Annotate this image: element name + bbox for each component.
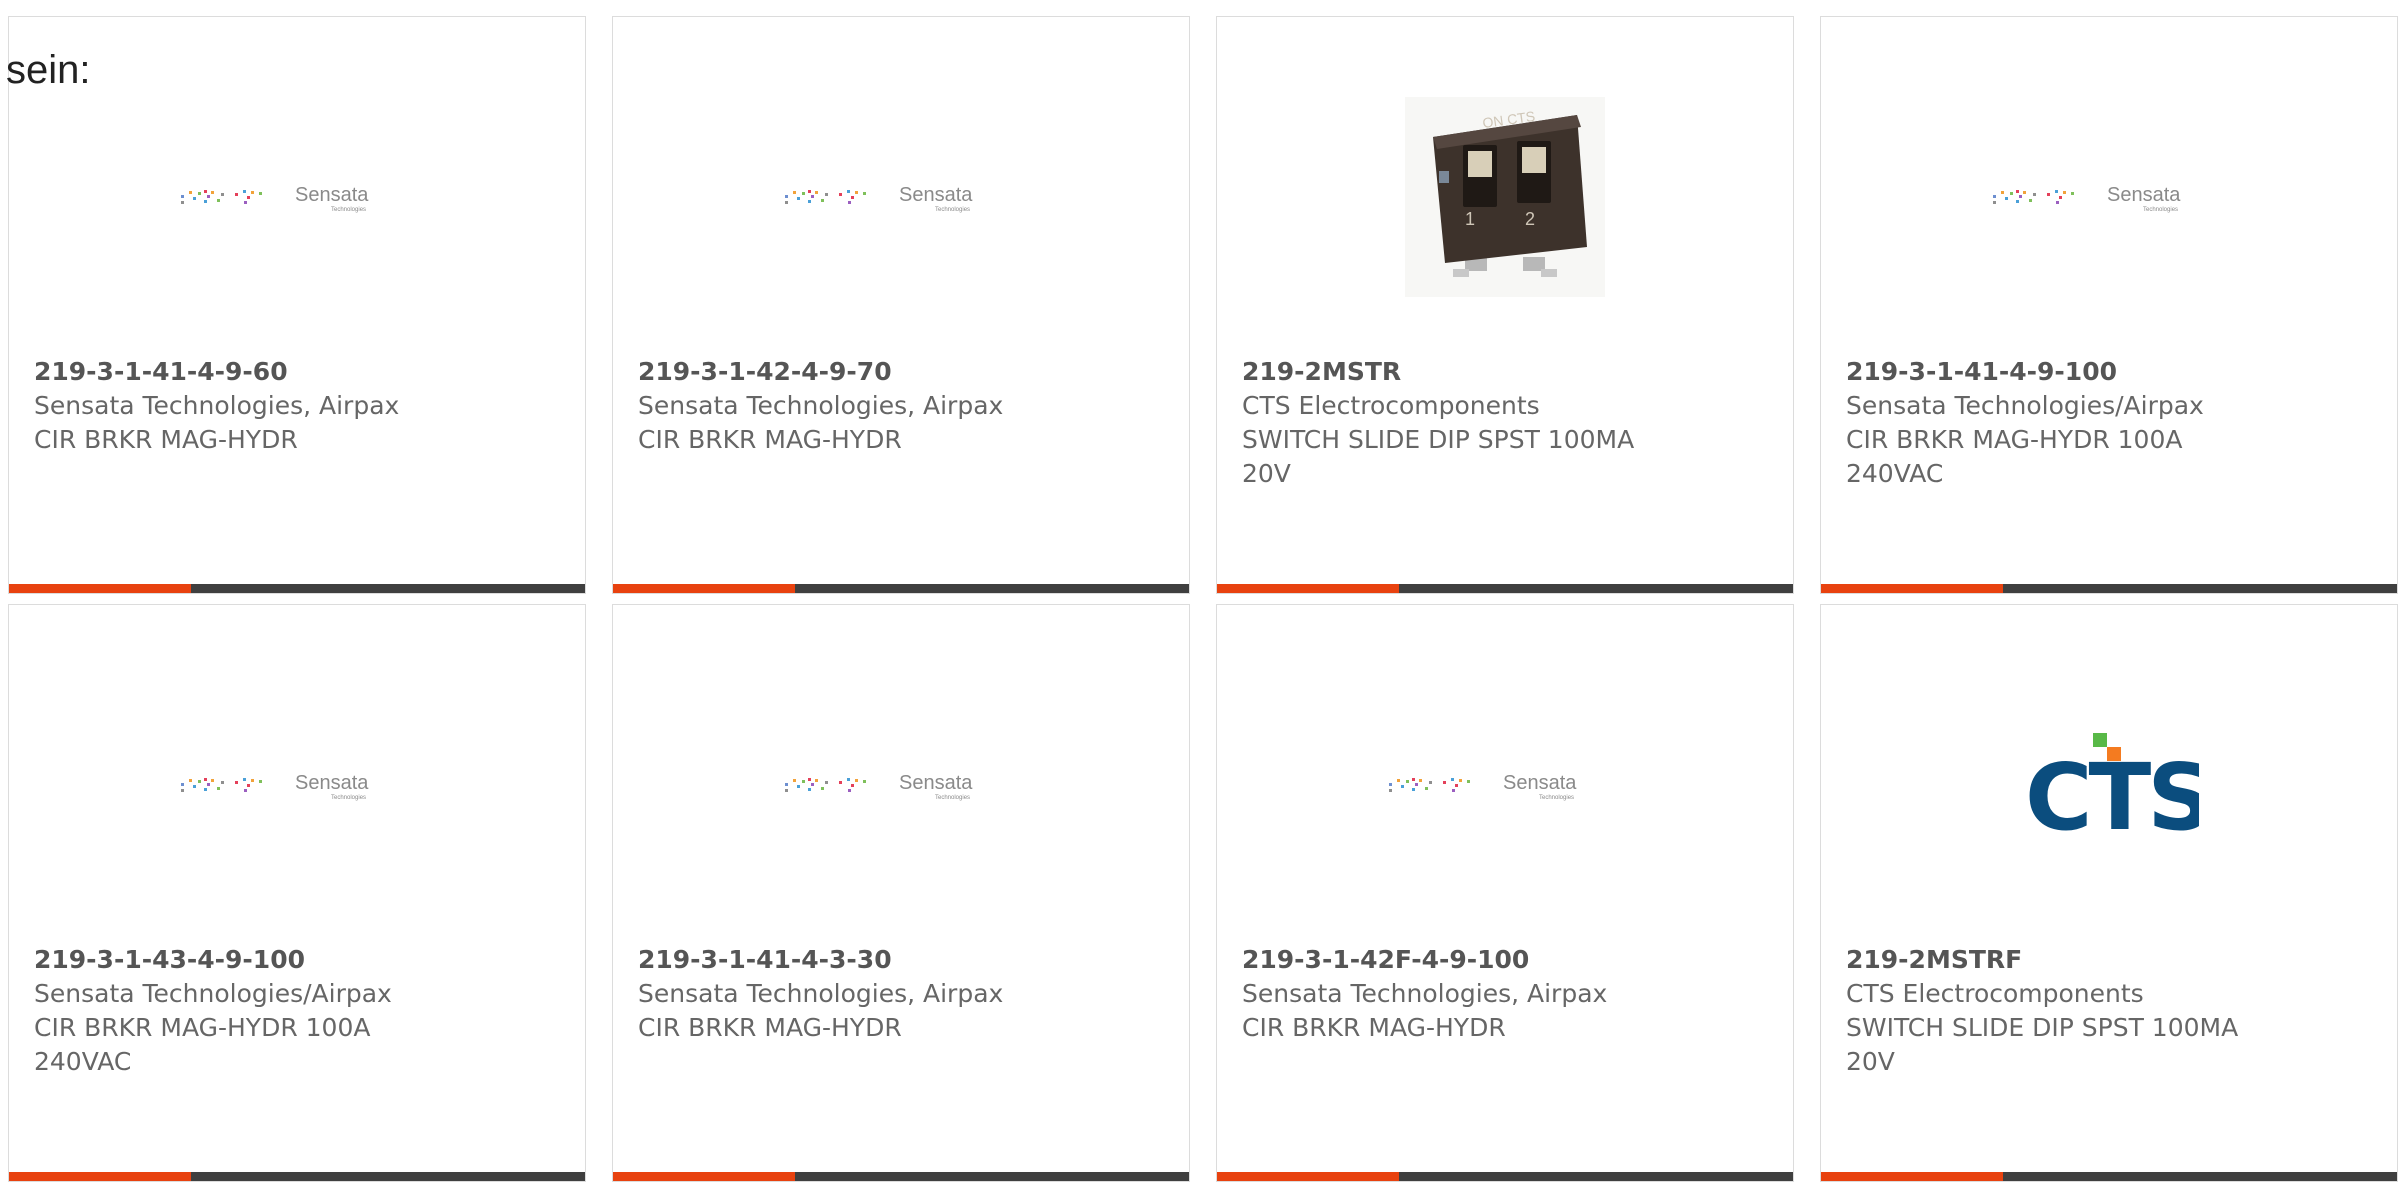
description: CIR BRKR MAG-HYDR	[1242, 1013, 1506, 1042]
sensata-logo: Sensata Technologies	[181, 184, 369, 213]
product-info: 219-3-1-42F-4-9-100 Sensata Technologies,…	[1242, 943, 1768, 1045]
manufacturer: Sensata Technologies, Airpax	[34, 391, 400, 420]
product-image[interactable]: Sensata Technologies	[613, 87, 1189, 307]
sensata-logo: Sensata Technologies	[1389, 772, 1577, 801]
part-number-link[interactable]: 219-3-1-42F-4-9-100	[1242, 943, 1768, 977]
card-bottom-bar	[9, 584, 585, 593]
sensata-logo-sub: Technologies	[2143, 207, 2178, 213]
sensata-logo: Sensata Technologies	[1993, 184, 2181, 213]
part-number-link[interactable]: 219-2MSTR	[1242, 355, 1768, 389]
card-accent-bar	[1821, 584, 2003, 593]
sensata-logo-sub: Technologies	[935, 207, 970, 213]
description: SWITCH SLIDE DIP SPST 100MA 20V	[1846, 1013, 2239, 1076]
product-grid: Sensata Technologies 219-3-1-41-4-9-60 Se…	[8, 16, 2400, 1182]
sensata-logo-name: Sensata	[295, 772, 369, 794]
switch-label-2: 2	[1525, 209, 1535, 229]
card-accent-bar	[1217, 1172, 1399, 1181]
description: CIR BRKR MAG-HYDR 100A 240VAC	[34, 1013, 371, 1076]
manufacturer: Sensata Technologies/Airpax	[34, 979, 392, 1008]
card-accent-bar	[9, 1172, 191, 1181]
sensata-logo-sub: Technologies	[331, 207, 366, 213]
product-info: 219-3-1-42-4-9-70 Sensata Technologies, A…	[638, 355, 1164, 457]
part-number-link[interactable]: 219-2MSTRF	[1846, 943, 2372, 977]
product-card[interactable]: Sensata Technologies 219-3-1-41-4-9-100 S…	[1820, 16, 2398, 594]
product-info: 219-2MSTRF CTS Electrocomponents SWITCH SL…	[1846, 943, 2372, 1079]
card-bottom-bar	[613, 584, 1189, 593]
product-image[interactable]: Sensata Technologies	[613, 675, 1189, 895]
card-bottom-bar	[613, 1172, 1189, 1181]
sensata-logo-sub: Technologies	[935, 795, 970, 801]
description: CIR BRKR MAG-HYDR 100A 240VAC	[1846, 425, 2183, 488]
product-image[interactable]: Sensata Technologies	[9, 87, 585, 307]
sensata-logo-name: Sensata	[295, 184, 369, 206]
part-number-link[interactable]: 219-3-1-43-4-9-100	[34, 943, 560, 977]
card-accent-bar	[9, 584, 191, 593]
description: CIR BRKR MAG-HYDR	[638, 1013, 902, 1042]
cts-logo-text: CTS	[2025, 744, 2199, 845]
product-image[interactable]: Sensata Technologies	[9, 675, 585, 895]
product-image[interactable]: Sensata Technologies	[1217, 675, 1793, 895]
sensata-logo-name: Sensata	[2107, 184, 2181, 206]
description: SWITCH SLIDE DIP SPST 100MA 20V	[1242, 425, 1635, 488]
sensata-logo-sub: Technologies	[331, 795, 366, 801]
product-card[interactable]: CTS 219-2MSTRF CTS Electrocomponents SWITC…	[1820, 604, 2398, 1182]
product-card[interactable]: Sensata Technologies 219-3-1-43-4-9-100 S…	[8, 604, 586, 1182]
cts-logo: CTS	[2025, 733, 2199, 845]
sensata-logo: Sensata Technologies	[785, 772, 973, 801]
switch-label-1: 1	[1465, 209, 1475, 229]
sensata-logo-name: Sensata	[1503, 772, 1577, 794]
card-bottom-bar	[1217, 584, 1793, 593]
manufacturer: Sensata Technologies, Airpax	[638, 391, 1004, 420]
manufacturer: CTS Electrocomponents	[1846, 979, 2144, 1008]
card-bottom-bar	[1821, 584, 2397, 593]
sensata-logo: Sensata Technologies	[785, 184, 973, 213]
product-image[interactable]: CTS	[1821, 675, 2397, 895]
product-info: 219-3-1-41-4-3-30 Sensata Technologies, A…	[638, 943, 1164, 1045]
manufacturer: Sensata Technologies/Airpax	[1846, 391, 2204, 420]
product-info: 219-3-1-41-4-9-60 Sensata Technologies, A…	[34, 355, 560, 457]
part-number-link[interactable]: 219-3-1-42-4-9-70	[638, 355, 1164, 389]
card-accent-bar	[1821, 1172, 2003, 1181]
product-info: 219-2MSTR CTS Electrocomponents SWITCH SLI…	[1242, 355, 1768, 491]
card-accent-bar	[613, 584, 795, 593]
card-accent-bar	[1217, 584, 1399, 593]
product-card[interactable]: Sensata Technologies 219-3-1-42-4-9-70 Se…	[612, 16, 1190, 594]
card-accent-bar	[613, 1172, 795, 1181]
dip-switch-image: ON CTS 1 2	[1405, 97, 1605, 297]
description: CIR BRKR MAG-HYDR	[638, 425, 902, 454]
sensata-logo-name: Sensata	[899, 184, 973, 206]
part-number-link[interactable]: 219-3-1-41-4-9-100	[1846, 355, 2372, 389]
card-bottom-bar	[9, 1172, 585, 1181]
card-bottom-bar	[1821, 1172, 2397, 1181]
description: CIR BRKR MAG-HYDR	[34, 425, 298, 454]
product-image[interactable]: ON CTS 1 2	[1217, 87, 1793, 307]
sensata-logo-sub: Technologies	[1539, 795, 1574, 801]
product-info: 219-3-1-41-4-9-100 Sensata Technologies/A…	[1846, 355, 2372, 491]
product-card[interactable]: ON CTS 1 2 219-2MSTR CTS Electrocomponent…	[1216, 16, 1794, 594]
product-card[interactable]: Sensata Technologies 219-3-1-42F-4-9-100…	[1216, 604, 1794, 1182]
card-bottom-bar	[1217, 1172, 1793, 1181]
product-info: 219-3-1-43-4-9-100 Sensata Technologies/A…	[34, 943, 560, 1079]
product-card[interactable]: Sensata Technologies 219-3-1-41-4-3-30 Se…	[612, 604, 1190, 1182]
part-number-link[interactable]: 219-3-1-41-4-9-60	[34, 355, 560, 389]
manufacturer: CTS Electrocomponents	[1242, 391, 1540, 420]
sensata-logo-name: Sensata	[899, 772, 973, 794]
intro-text: sein:	[6, 48, 91, 92]
manufacturer: Sensata Technologies, Airpax	[638, 979, 1004, 1008]
manufacturer: Sensata Technologies, Airpax	[1242, 979, 1608, 1008]
part-number-link[interactable]: 219-3-1-41-4-3-30	[638, 943, 1164, 977]
product-card[interactable]: Sensata Technologies 219-3-1-41-4-9-60 Se…	[8, 16, 586, 594]
sensata-logo: Sensata Technologies	[181, 772, 369, 801]
product-image[interactable]: Sensata Technologies	[1821, 87, 2397, 307]
